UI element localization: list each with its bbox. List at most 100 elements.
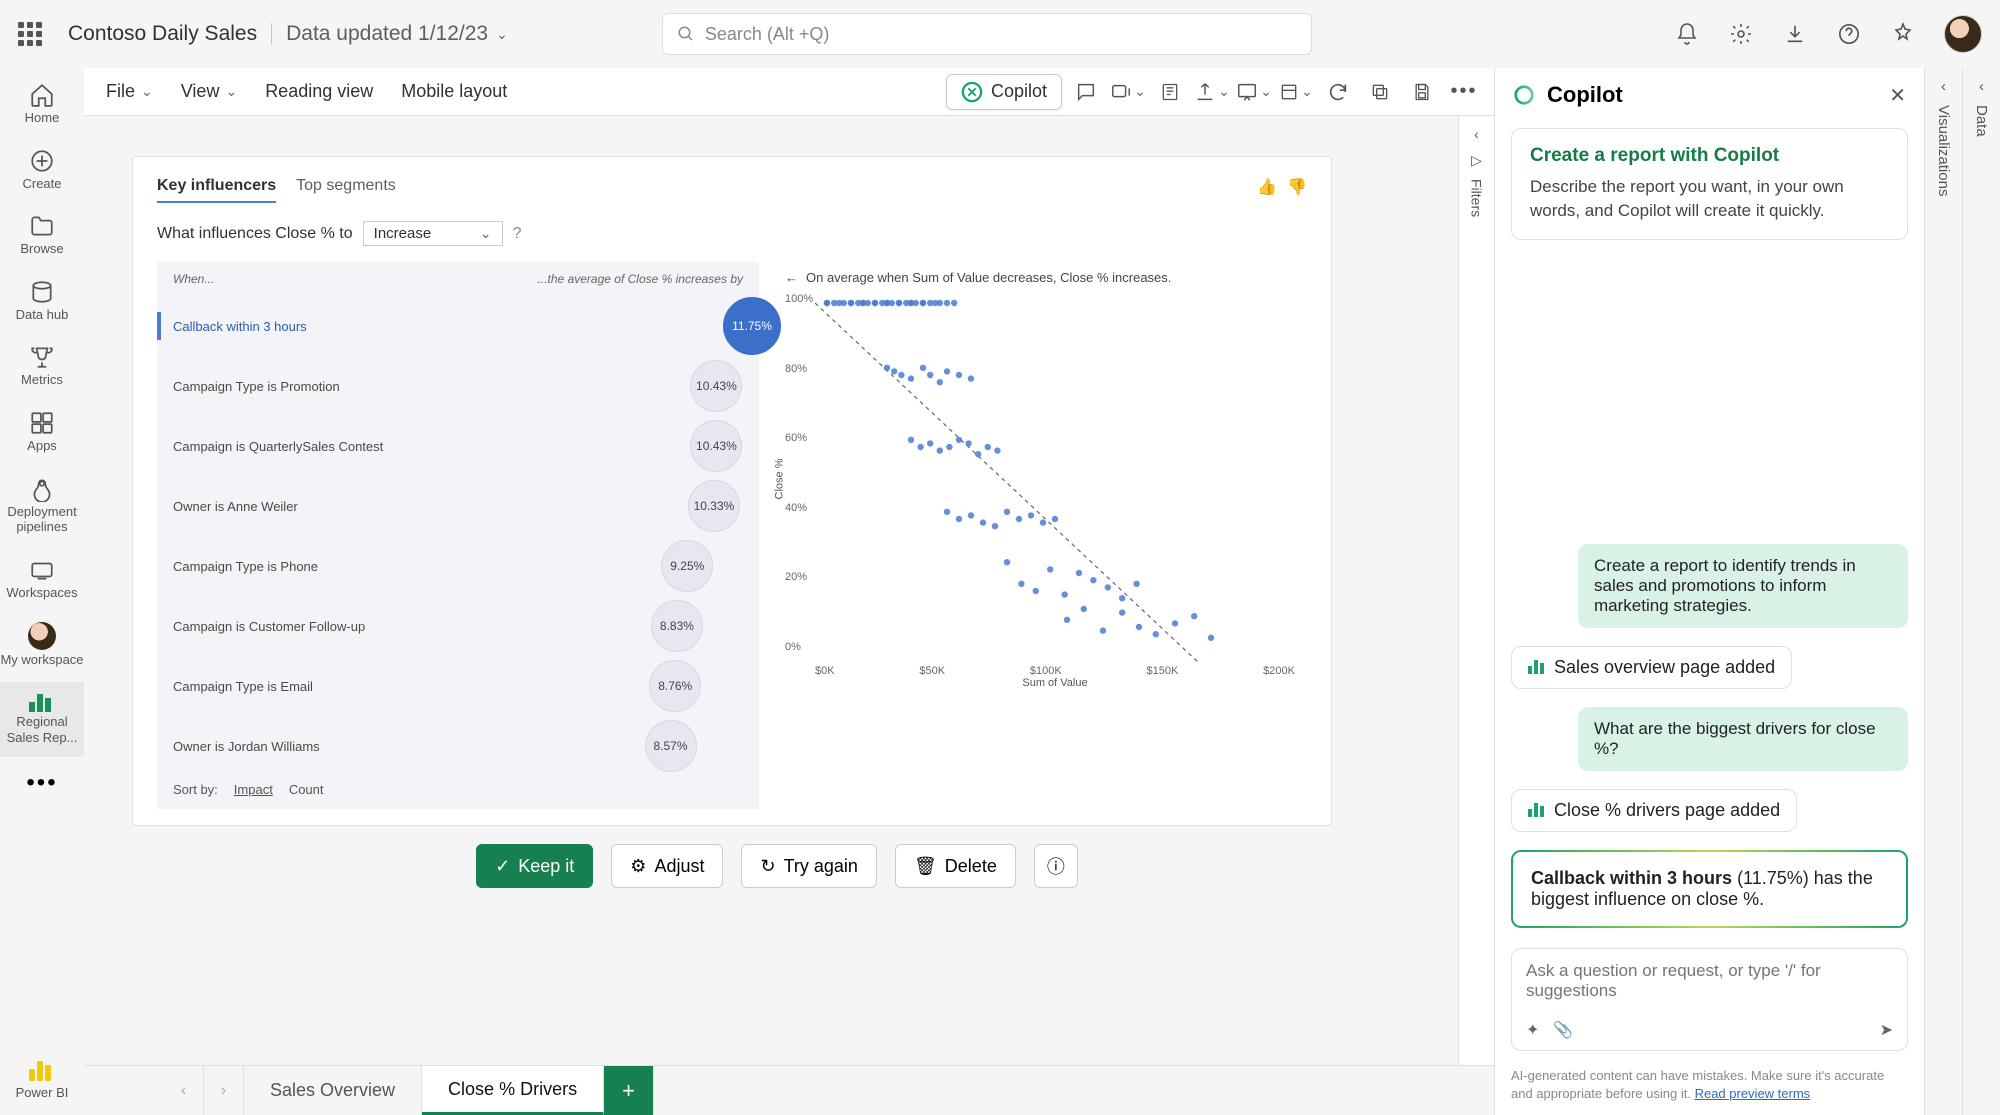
chevron-left-icon: ‹ (1941, 78, 1946, 95)
sort-impact[interactable]: Impact (234, 782, 273, 797)
page-tabs: ‹ › Sales Overview Close % Drivers + (84, 1065, 1494, 1115)
scatter-detail: ←On average when Sum of Value decreases,… (773, 262, 1307, 809)
nav-my-workspace[interactable]: My workspace (0, 614, 84, 680)
save-icon[interactable] (1404, 74, 1440, 110)
add-page-button[interactable]: + (604, 1066, 654, 1115)
nav-regional-sales-report[interactable]: Regional Sales Rep... (0, 682, 84, 757)
help-icon[interactable] (1836, 21, 1862, 47)
nav-browse[interactable]: Browse (0, 205, 84, 269)
data-pane-collapsed[interactable]: ‹ Data (1962, 68, 2000, 1115)
settings-gear-icon[interactable] (1728, 21, 1754, 47)
influencer-row[interactable]: Callback within 3 hours11.75% (173, 296, 743, 356)
present-icon[interactable]: ⌄ (1236, 74, 1272, 110)
page-prev-icon[interactable]: ‹ (164, 1066, 204, 1115)
nav-more-icon[interactable]: ••• (26, 769, 57, 797)
report-canvas: Key influencers Top segments 👍 👎 What in… (84, 116, 1458, 1065)
influencer-row[interactable]: Owner is Jordan Williams8.57% (173, 716, 743, 776)
page-icon (1528, 803, 1544, 817)
report-toolbar: File ⌄ View ⌄ Reading view Mobile layout… (84, 68, 1494, 116)
influencer-row[interactable]: Campaign Type is Promotion10.43% (173, 356, 743, 416)
refresh-icon[interactable] (1320, 74, 1356, 110)
toolbar-view[interactable]: View ⌄ (171, 75, 247, 108)
comments-icon[interactable] (1068, 74, 1104, 110)
influencer-row[interactable]: Campaign Type is Phone9.25% (173, 536, 743, 596)
filters-pane-collapsed[interactable]: ‹ ▷ Filters (1458, 116, 1494, 1065)
delete-button[interactable]: 🗑Delete (895, 844, 1016, 888)
nav-apps[interactable]: Apps (0, 402, 84, 466)
try-again-button[interactable]: ↻Try again (741, 844, 876, 888)
refresh-icon: ↻ (760, 856, 775, 877)
copilot-pane-title: Copilot (1547, 82, 1623, 108)
left-nav-rail: Home Create Browse Data hub Metrics Apps… (0, 68, 84, 1115)
download-icon[interactable] (1782, 21, 1808, 47)
copilot-input-box[interactable]: ✦ 📎 ➤ (1511, 948, 1908, 1051)
trash-icon: 🗑 (914, 856, 937, 877)
influence-question: What influences Close % to Increase⌄ ? (157, 221, 1307, 246)
toolbar-mobile-layout[interactable]: Mobile layout (391, 75, 517, 108)
send-icon[interactable]: ➤ (1880, 1020, 1893, 1040)
close-icon[interactable]: ✕ (1889, 83, 1906, 108)
thumbs-down-icon[interactable]: 👎 (1287, 177, 1307, 197)
feedback-icon[interactable] (1890, 21, 1916, 47)
nav-powerbi[interactable]: Power BI (16, 1041, 69, 1115)
influencer-row[interactable]: Campaign is Customer Follow-up8.83% (173, 596, 743, 656)
title-divider (271, 23, 272, 45)
system-message-1: Sales overview page added (1511, 646, 1792, 689)
notifications-icon[interactable] (1674, 21, 1700, 47)
tab-top-segments[interactable]: Top segments (296, 177, 396, 203)
thumbs-up-icon[interactable]: 👍 (1257, 177, 1277, 197)
attachment-icon[interactable]: 📎 (1553, 1020, 1573, 1040)
toolbar-copilot-button[interactable]: Copilot (946, 74, 1062, 110)
influence-direction-select[interactable]: Increase⌄ (363, 221, 503, 246)
toolbar-reading-view[interactable]: Reading view (255, 75, 383, 108)
sparkle-icon[interactable]: ✦ (1526, 1020, 1539, 1040)
toolbar-file[interactable]: File ⌄ (96, 75, 163, 108)
data-updated[interactable]: Data updated 1/12/23 ⌄ (286, 22, 508, 46)
bookmark-icon[interactable] (1152, 74, 1188, 110)
bar-chart-icon (29, 690, 55, 712)
nav-deployment-pipelines[interactable]: Deployment pipelines (0, 468, 84, 547)
help-question-icon[interactable]: ? (513, 225, 522, 243)
copilot-insight-card: Callback within 3 hours (11.75%) has the… (1511, 850, 1908, 928)
influencer-bubble: 11.75% (723, 297, 781, 355)
nav-create[interactable]: Create (0, 140, 84, 204)
visual-tabs: Key influencers Top segments (157, 177, 1307, 203)
influencer-bubble: 8.57% (645, 720, 697, 772)
page-tab-sales-overview[interactable]: Sales Overview (244, 1066, 422, 1115)
page-tab-close-drivers[interactable]: Close % Drivers (422, 1066, 604, 1115)
nav-data-hub[interactable]: Data hub (0, 271, 84, 335)
nav-metrics[interactable]: Metrics (0, 336, 84, 400)
top-bar: Contoso Daily Sales Data updated 1/12/23… (0, 0, 2000, 68)
influencer-label: Campaign Type is Email (173, 679, 433, 694)
page-next-icon[interactable]: › (204, 1066, 244, 1115)
copilot-textarea[interactable] (1526, 961, 1893, 1009)
back-arrow-icon[interactable]: ← (785, 270, 798, 285)
influencer-label: Campaign Type is Promotion (173, 379, 433, 394)
preview-terms-link[interactable]: Read preview terms (1695, 1086, 1811, 1101)
copy-icon[interactable] (1362, 74, 1398, 110)
key-influencers-visual[interactable]: Key influencers Top segments 👍 👎 What in… (132, 156, 1332, 826)
nav-home[interactable]: Home (0, 74, 84, 138)
chevron-left-icon: ‹ (1979, 78, 1984, 95)
chat-teams-icon[interactable]: ⌄ (1110, 74, 1146, 110)
app-launcher-icon[interactable] (18, 22, 42, 46)
influencer-row[interactable]: Owner is Anne Weiler10.33% (173, 476, 743, 536)
influencer-row[interactable]: Campaign is QuarterlySales Contest10.43% (173, 416, 743, 476)
export-icon[interactable]: ⌄ (1194, 74, 1230, 110)
info-icon: ⓘ (1047, 853, 1065, 879)
search-input[interactable]: Search (Alt +Q) (662, 13, 1312, 55)
chevron-left-icon: ‹ (1474, 126, 1479, 142)
keep-it-button[interactable]: ✓Keep it (476, 844, 593, 888)
adjust-button[interactable]: ⚙Adjust (611, 844, 723, 888)
nav-workspaces[interactable]: Workspaces (0, 549, 84, 613)
check-icon: ✓ (495, 856, 510, 877)
influencer-row[interactable]: Campaign Type is Email8.76% (173, 656, 743, 716)
tab-key-influencers[interactable]: Key influencers (157, 177, 276, 203)
more-icon[interactable]: ••• (1446, 74, 1482, 110)
sort-count[interactable]: Count (289, 782, 324, 797)
layout-icon[interactable]: ⌄ (1278, 74, 1314, 110)
user-avatar[interactable] (1944, 15, 1982, 53)
influencer-bubble: 10.43% (690, 420, 742, 472)
info-button[interactable]: ⓘ (1034, 844, 1078, 888)
visualizations-pane-collapsed[interactable]: ‹ Visualizations (1924, 68, 1962, 1115)
